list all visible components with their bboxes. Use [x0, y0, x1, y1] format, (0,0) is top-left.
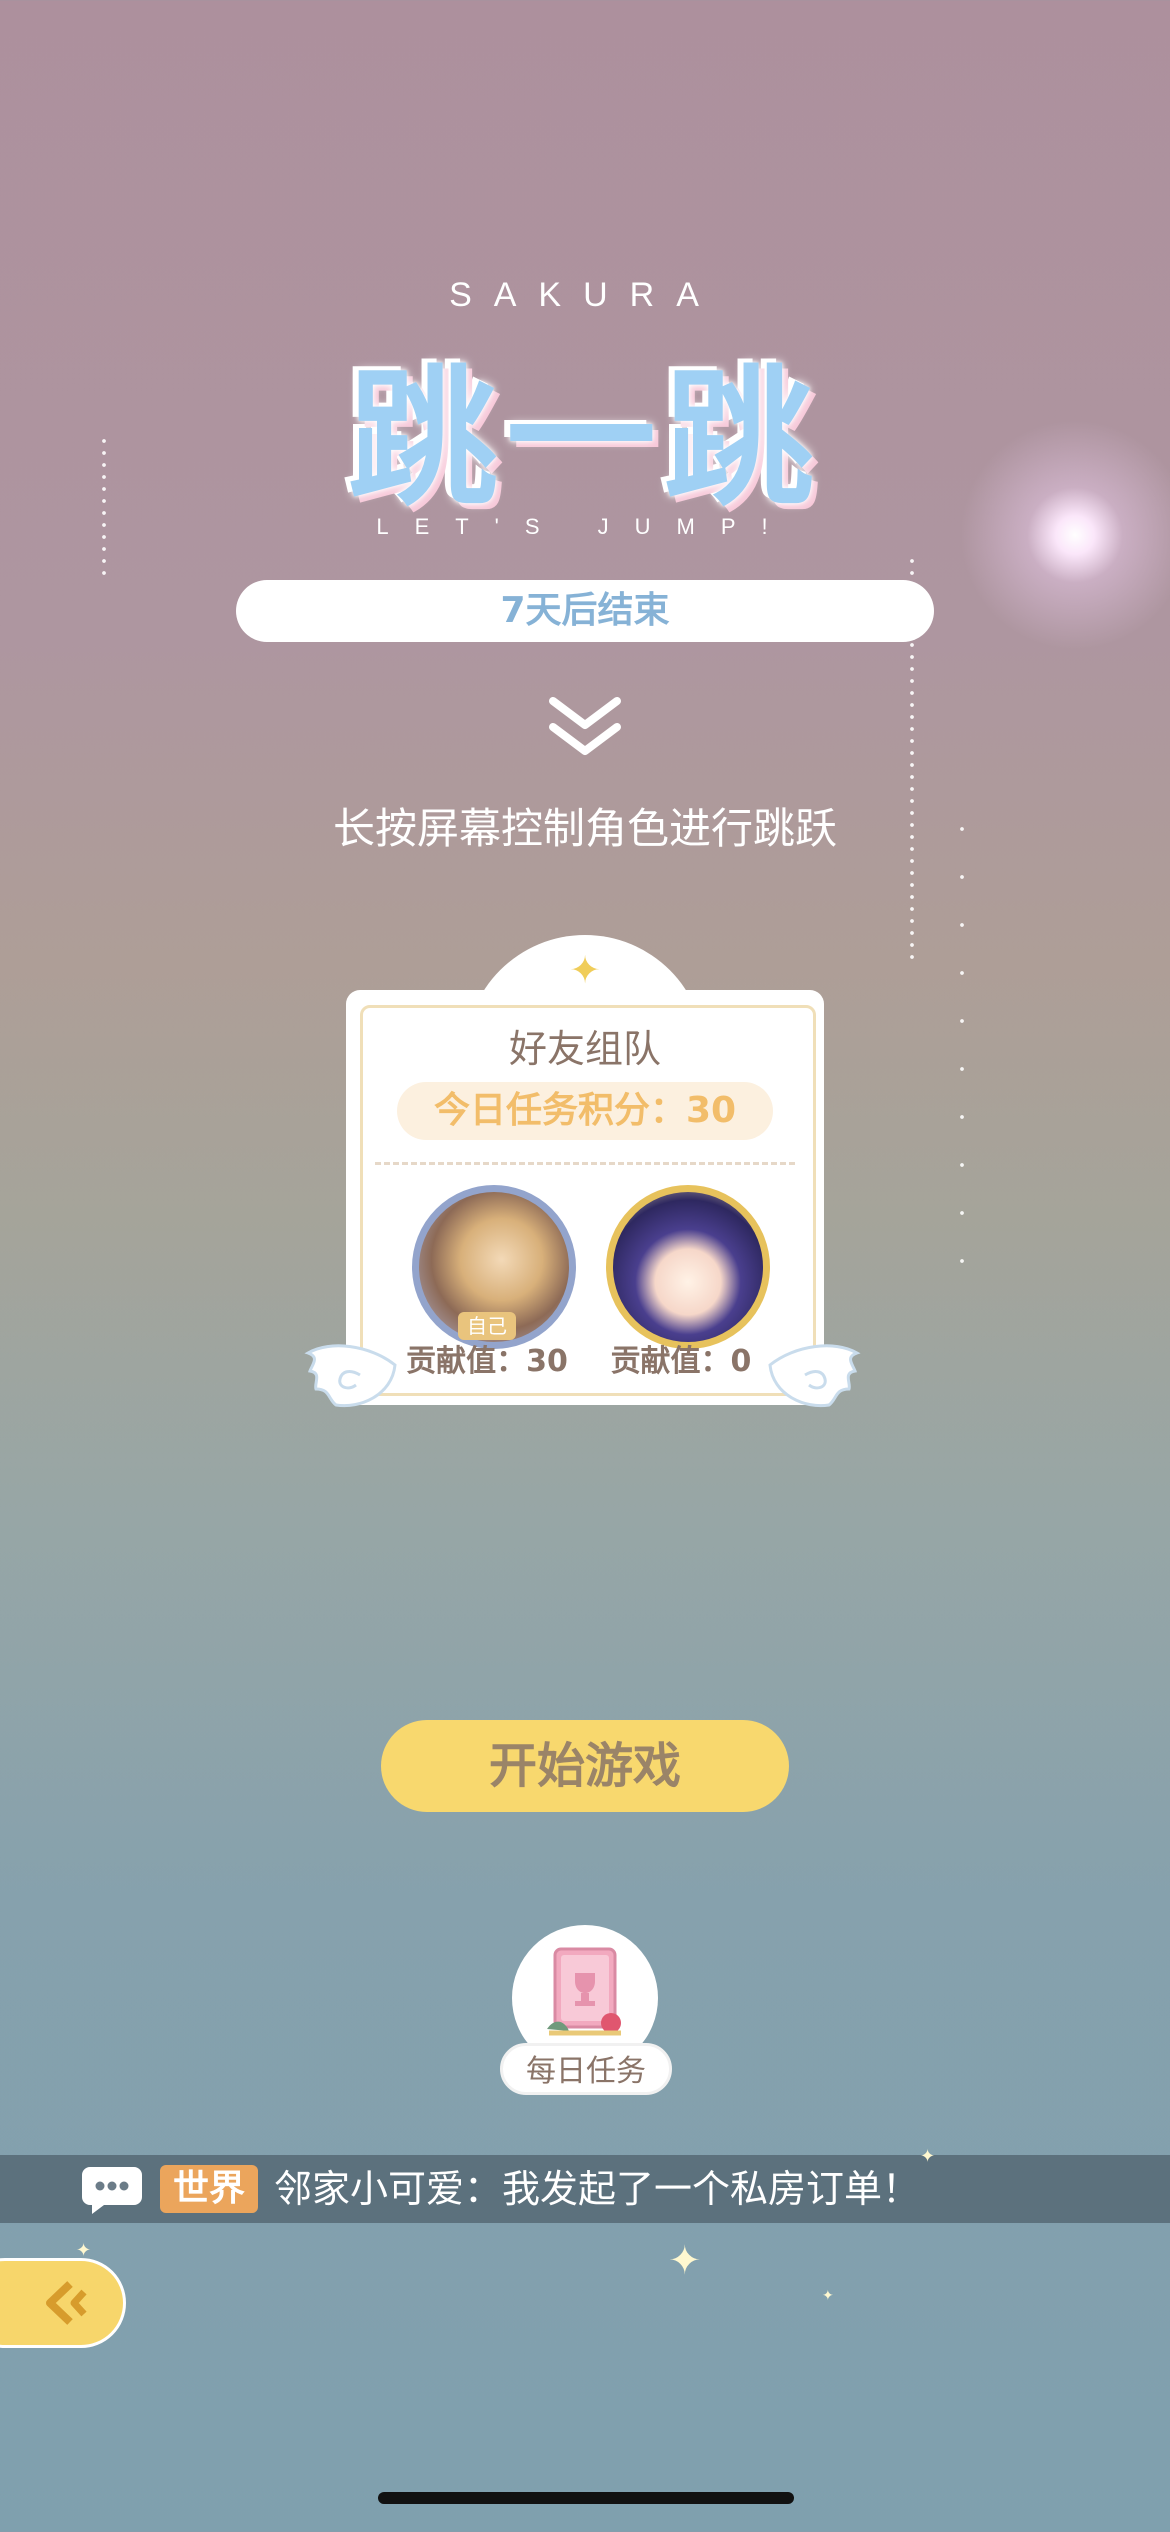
sparkle-icon: ✦ — [822, 2288, 834, 2304]
event-countdown-pill: 7天后结束 — [236, 580, 934, 642]
book-trophy-icon — [547, 1947, 621, 2036]
divider — [375, 1162, 795, 1165]
dotted-line-right-2 — [960, 805, 964, 1265]
avatar-friend[interactable] — [606, 1185, 770, 1349]
daily-task-label: 每日任务 — [500, 2043, 672, 2095]
sparkle-icon: ✦ — [668, 2238, 702, 2284]
task-score-pill: 今日任务积分：30 — [397, 1082, 773, 1140]
contribution-self: 贡献值：30 — [406, 1344, 568, 1379]
chat-message: 邻家小可爱：我发起了一个私房订单！ — [274, 2167, 921, 2211]
logo-sakura: SAKURA — [449, 276, 721, 314]
home-indicator — [378, 2492, 794, 2504]
contribution-friend: 贡献值：0 — [610, 1344, 752, 1379]
wing-icon — [304, 1344, 397, 1408]
logo-subtitle: LET'S JUMP! — [376, 514, 794, 539]
logo-title: 跳一跳 — [347, 353, 822, 527]
jump-hint-text: 长按屏幕控制角色进行跳跃 — [332, 804, 837, 853]
sparkle-icon: ✦ — [76, 2240, 92, 2261]
back-arrow-icon — [46, 2281, 87, 2325]
world-channel-tag: 世界 — [160, 2165, 258, 2213]
star-icon: ✦ — [569, 948, 601, 992]
chat-bubble-icon — [82, 2167, 142, 2214]
start-game-button[interactable]: 开始游戏 — [381, 1720, 789, 1812]
game-logo: SAKURA 跳一跳 LET'S JUMP! — [0, 270, 1170, 550]
team-title: 好友组队 — [508, 1027, 661, 1071]
chevron-down-icon — [549, 697, 621, 755]
wing-icon — [768, 1344, 861, 1408]
sparkle-icon: ✦ — [920, 2146, 936, 2167]
